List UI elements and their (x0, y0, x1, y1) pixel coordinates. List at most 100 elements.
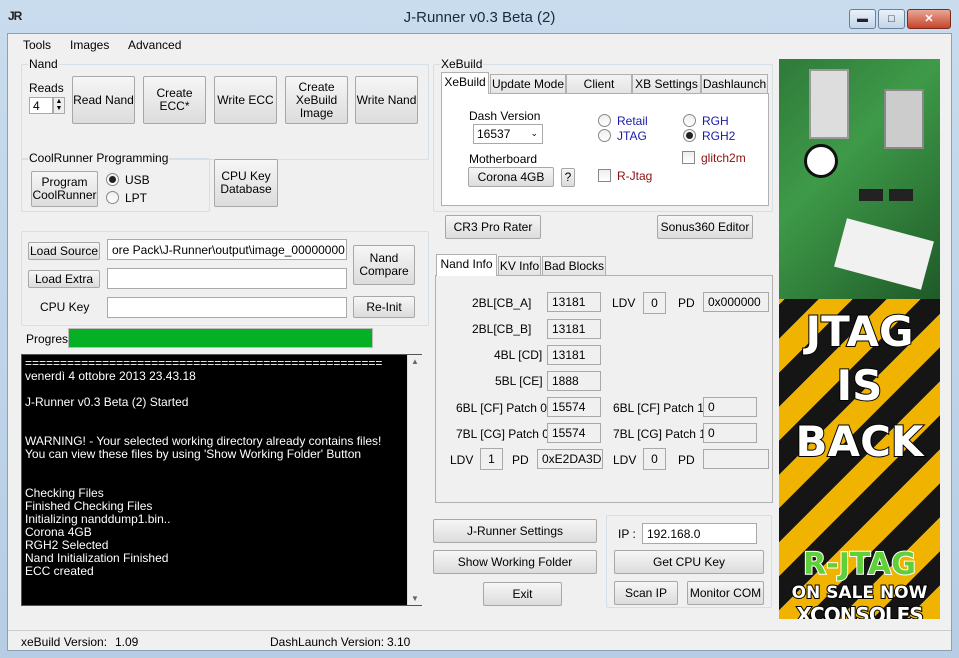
pd-value-2: 0xE2DA3D (537, 449, 603, 469)
ad-line-2: IS (836, 360, 884, 411)
load-source-button[interactable]: Load Source (28, 242, 100, 260)
scan-ip-button[interactable]: Scan IP (614, 581, 678, 605)
dash-version-dropdown[interactable]: 16537 ⌄ (473, 124, 543, 144)
create-xebuild-image-button[interactable]: Create XeBuild Image (285, 76, 348, 124)
log-console[interactable]: ========================================… (21, 354, 422, 606)
motherboard-button[interactable]: Corona 4GB (468, 167, 554, 187)
close-icon[interactable]: ✕ (907, 9, 951, 29)
pd-label-3: PD (678, 453, 695, 467)
tab-xb-settings[interactable]: XB Settings (632, 74, 701, 94)
nand-group-label: Nand (28, 57, 59, 71)
dash-version-value: 16537 (477, 127, 511, 141)
monitor-com-button[interactable]: Monitor COM (687, 581, 764, 605)
xebuild-group-label: XeBuild (440, 57, 484, 71)
ip-label: IP : (618, 527, 636, 541)
rjtag-checkbox[interactable] (598, 169, 611, 182)
load-extra-button[interactable]: Load Extra (28, 270, 100, 288)
progress-bar (68, 328, 373, 348)
circuit-board-image (779, 59, 940, 299)
ip-field[interactable]: 192.168.0 (642, 523, 757, 544)
progress-bar-fill (69, 329, 372, 347)
nand-compare-button[interactable]: Nand Compare (353, 245, 415, 285)
bl-cb-b-label: 2BL[CB_B] (472, 322, 532, 336)
window-title: J-Runner v0.3 Beta (2) (403, 9, 556, 26)
chevron-down-icon: ⌄ (530, 128, 538, 138)
console-scrollbar[interactable]: ▲ ▼ (407, 355, 422, 605)
ad-brand: R-JTAG (802, 546, 917, 583)
write-ecc-button[interactable]: Write ECC (214, 76, 277, 124)
jtag-radio[interactable] (598, 129, 611, 142)
tab-nand-info[interactable]: Nand Info (436, 254, 497, 276)
tab-kv-info[interactable]: KV Info (498, 256, 541, 276)
motherboard-label: Motherboard (469, 152, 538, 166)
console-line: venerdì 4 ottobre 2013 23.43.18 (25, 369, 196, 383)
bl-cb-b-value: 13181 (547, 319, 601, 339)
tab-client-mode[interactable]: Client Mode (566, 74, 632, 109)
chip-icon (859, 189, 883, 201)
load-source-field[interactable]: ore Pack\J-Runner\output\image_00000000.… (107, 239, 347, 260)
menu-advanced[interactable]: Advanced (128, 38, 181, 52)
rgh2-radio[interactable] (683, 129, 696, 142)
menu-images[interactable]: Images (70, 38, 109, 52)
program-coolrunner-button[interactable]: Program CoolRunner (31, 171, 98, 207)
tab-dashlaunch[interactable]: Dashlaunch (701, 74, 768, 94)
pd-label-2: PD (512, 453, 529, 467)
load-extra-field[interactable] (107, 268, 347, 289)
ldv-value-3: 0 (643, 448, 666, 470)
scroll-up-icon[interactable]: ▲ (408, 357, 422, 366)
usb-label: USB (125, 173, 150, 187)
sonus360-editor-button[interactable]: Sonus360 Editor (657, 215, 753, 239)
rgh-radio[interactable] (683, 114, 696, 127)
advertisement-banner[interactable]: JTAG IS BACK R-JTAG ON SALE NOW XCONSOLE… (779, 59, 940, 619)
ldv-value-2: 1 (480, 448, 503, 470)
switch-component-icon-2 (884, 89, 924, 149)
bl-ce-label: 5BL [CE] (495, 374, 543, 388)
ldv-value-1: 0 (643, 292, 666, 314)
menu-tools[interactable]: Tools (23, 38, 51, 52)
bl-cf1-label: 6BL [CF] Patch 1 (613, 401, 704, 415)
ldv-label-1: LDV (612, 296, 636, 310)
reinit-button[interactable]: Re-Init (353, 296, 415, 318)
rjtag-label: R-Jtag (617, 169, 653, 183)
create-ecc-button[interactable]: Create ECC* (143, 76, 206, 124)
board-label-icon (834, 218, 934, 290)
rgh-label: RGH (702, 114, 729, 128)
reads-stepper[interactable]: 4 (29, 97, 53, 114)
console-line: ECC created (25, 564, 94, 578)
scroll-down-icon[interactable]: ▼ (408, 594, 422, 603)
tab-bad-blocks[interactable]: Bad Blocks (542, 256, 606, 276)
glitch2m-checkbox[interactable] (682, 151, 695, 164)
cr3-pro-rater-button[interactable]: CR3 Pro Rater (445, 215, 541, 239)
stepper-arrows-icon[interactable]: ▲ ▼ (53, 97, 65, 114)
usb-radio[interactable] (106, 173, 119, 186)
ad-sale: ON SALE NOW (791, 582, 929, 604)
get-cpu-key-button[interactable]: Get CPU Key (614, 550, 764, 574)
chip-icon-2 (889, 189, 913, 201)
title-bar[interactable]: JR J-Runner v0.3 Beta (2) ▬ □ ✕ (0, 0, 959, 34)
switch-component-icon (809, 69, 849, 139)
retail-radio[interactable] (598, 114, 611, 127)
cpu-key-field[interactable] (107, 297, 347, 318)
bl-cf1-value: 0 (703, 397, 757, 417)
minimize-icon[interactable]: ▬ (849, 9, 876, 29)
cpu-key-database-button[interactable]: CPU Key Database (214, 159, 278, 207)
retail-label: Retail (617, 114, 648, 128)
coolrunner-group-label: CoolRunner Programming (28, 151, 170, 165)
maximize-icon[interactable]: □ (878, 9, 905, 29)
lpt-radio[interactable] (106, 191, 119, 204)
tab-update-mode[interactable]: Update Mode (490, 74, 566, 94)
jrunner-settings-button[interactable]: J-Runner Settings (433, 519, 597, 543)
show-working-folder-button[interactable]: Show Working Folder (433, 550, 597, 574)
lpt-label: LPT (125, 191, 148, 205)
help-button[interactable]: ? (561, 168, 575, 187)
exit-button[interactable]: Exit (483, 582, 562, 606)
dashlaunch-version-label: DashLaunch Version: (270, 635, 385, 649)
console-line: You can view these files by using 'Show … (25, 447, 362, 461)
read-nand-button[interactable]: Read Nand (72, 76, 135, 124)
pd-label-1: PD (678, 296, 695, 310)
tab-xebuild[interactable]: XeBuild (441, 72, 489, 94)
write-nand-button[interactable]: Write Nand (355, 76, 418, 124)
bl-cb-a-value: 13181 (547, 292, 601, 312)
